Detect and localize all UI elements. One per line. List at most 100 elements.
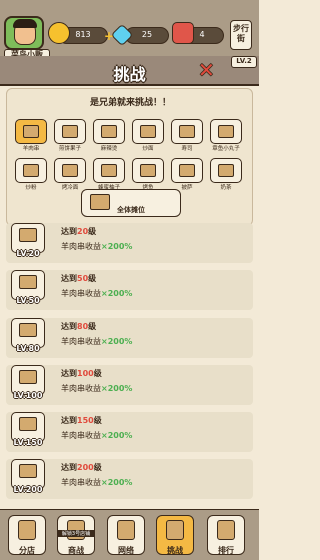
stall-item[interactable]: 烤鱼 bbox=[130, 158, 166, 192]
goal-suffix: 级 bbox=[88, 227, 97, 236]
challenge-goal: 达到100级 bbox=[61, 368, 102, 379]
skewer-cart-icon bbox=[19, 275, 37, 289]
reward-multiplier: ×200% bbox=[101, 289, 133, 298]
sushi-cart-icon bbox=[179, 125, 195, 138]
nav-tab-label: 分店 bbox=[19, 546, 35, 555]
spicy-pot-icon bbox=[101, 125, 117, 138]
stall-item[interactable]: 烤冷面 bbox=[52, 158, 88, 192]
stall-item[interactable]: 蜂蜜柚子 bbox=[91, 158, 127, 192]
coin-icon bbox=[48, 22, 70, 44]
goal-prefix: 达到 bbox=[61, 227, 77, 236]
stall-thumb bbox=[171, 158, 203, 183]
goal-prefix: 达到 bbox=[61, 369, 77, 378]
challenge-level: LV.50 bbox=[16, 296, 40, 305]
challenge-row: LV.20 达到20级 羊肉串收益×200% bbox=[6, 223, 253, 263]
stall-thumb bbox=[15, 119, 47, 144]
stall-label: 奶茶 bbox=[220, 185, 232, 191]
stall-item[interactable]: 煎饼果子 bbox=[52, 119, 88, 153]
goal-suffix: 级 bbox=[88, 322, 97, 331]
stall-thumb bbox=[54, 158, 86, 183]
challenge-level: LV.200 bbox=[13, 485, 43, 494]
fried-noodle-icon bbox=[23, 164, 39, 177]
goal-number: 200 bbox=[77, 463, 94, 472]
nav-tab[interactable]: 挑战 bbox=[156, 515, 194, 555]
thumbs-up-icon bbox=[172, 22, 194, 44]
reward-label: 羊肉串收益 bbox=[61, 337, 101, 346]
panel-heading: 是兄弟就来挑战！！ bbox=[89, 98, 171, 108]
nav-tab[interactable]: 排行 bbox=[207, 515, 245, 555]
stall-item[interactable]: 章鱼小丸子 bbox=[208, 119, 244, 153]
challenge-level: LV.100 bbox=[13, 391, 43, 400]
skewer-cart-icon bbox=[19, 323, 37, 337]
reward-label: 羊肉串收益 bbox=[61, 289, 101, 298]
goal-suffix: 级 bbox=[93, 369, 102, 378]
stall-grid: 羊肉串 煎饼果子 麻辣烫 炒面 寿司 章鱼小丸子炒粉 烤冷面 蜂蜜柚子 烤鱼 披萨奶茶 bbox=[13, 119, 248, 192]
stall-thumb bbox=[210, 158, 242, 183]
noodle-cart-icon bbox=[140, 125, 156, 138]
nav-tab-label: 挑战 bbox=[167, 546, 183, 555]
top-status-bar: 菜鸟小贩 813 + 25 4 步行街 bbox=[0, 0, 259, 62]
challenge-reward: 羊肉串收益×200% bbox=[61, 288, 132, 299]
nav-tab[interactable]: 解锁3号店铺 商战 bbox=[57, 515, 95, 555]
stall-thumb bbox=[54, 119, 86, 144]
stall-item[interactable]: 奶茶 bbox=[208, 158, 244, 192]
bottom-nav: 分店 解锁3号店铺 商战网络 挑战 排行 bbox=[0, 509, 259, 560]
challenge-reward: 羊肉串收益×200% bbox=[61, 241, 132, 252]
challenge-row: LV.200 达到200级 羊肉串收益×200% bbox=[6, 459, 253, 499]
nav-tab-label: 网络 bbox=[118, 546, 134, 555]
goal-number: 50 bbox=[77, 274, 89, 283]
goal-number: 100 bbox=[77, 369, 94, 378]
stall-item[interactable]: 炒粉 bbox=[13, 158, 49, 192]
grilled-noodle-icon bbox=[62, 164, 78, 177]
title-bar: 挑战 ✕ LV.2 bbox=[0, 56, 259, 86]
goal-suffix: 级 bbox=[93, 463, 102, 472]
page-title: 挑战 bbox=[113, 65, 146, 84]
goal-number: 80 bbox=[77, 322, 89, 331]
stall-item[interactable]: 披萨 bbox=[169, 158, 205, 192]
challenge-level: LV.150 bbox=[13, 438, 43, 447]
goal-prefix: 达到 bbox=[61, 416, 77, 425]
reward-label: 羊肉串收益 bbox=[61, 384, 101, 393]
stall-thumb bbox=[93, 158, 125, 183]
goal-prefix: 达到 bbox=[61, 274, 77, 283]
challenge-goal: 达到50级 bbox=[61, 273, 96, 284]
challenge-row: LV.50 达到50级羊肉串收益×200% bbox=[6, 270, 253, 310]
nav-tab[interactable]: 分店 bbox=[8, 515, 46, 555]
all-stalls-button[interactable]: 全体摊位 bbox=[81, 189, 181, 217]
stall-label: 炒粉 bbox=[25, 185, 37, 191]
player-avatar[interactable] bbox=[4, 16, 44, 50]
takoyaki-cart-icon bbox=[218, 125, 234, 138]
stall-item[interactable]: 炒面 bbox=[130, 119, 166, 153]
stall-thumb bbox=[210, 119, 242, 144]
stall-label: 羊肉串 bbox=[22, 146, 40, 152]
stall-select-panel: 是兄弟就来挑战！！ 羊肉串 煎饼果子 麻辣烫 炒面 寿司 章鱼小丸子炒粉 烤冷面 蜂蜜柚子 烤鱼… bbox=[6, 88, 253, 226]
goal-suffix: 级 bbox=[88, 274, 97, 283]
reward-multiplier: ×200% bbox=[101, 384, 133, 393]
goal-suffix: 级 bbox=[93, 416, 102, 425]
nav-tab-label: 排行 bbox=[218, 546, 234, 555]
pancake-cart-icon bbox=[62, 125, 78, 138]
reward-label: 羊肉串收益 bbox=[61, 242, 101, 251]
stall-item[interactable]: 麻辣烫 bbox=[91, 119, 127, 153]
stall-label: 煎饼果子 bbox=[58, 146, 81, 152]
skewer-cart-icon bbox=[19, 464, 37, 478]
challenge-reward: 羊肉串收益×200% bbox=[61, 477, 132, 488]
nav-tab-icon bbox=[117, 520, 135, 540]
reward-multiplier: ×200% bbox=[101, 337, 133, 346]
reward-label: 羊肉串收益 bbox=[61, 478, 101, 487]
stall-thumb bbox=[93, 119, 125, 144]
stall-item[interactable]: 羊肉串 bbox=[13, 119, 49, 153]
stall-item[interactable]: 寿司 bbox=[169, 119, 205, 153]
stall-thumb bbox=[132, 158, 164, 183]
nav-tab-icon bbox=[217, 520, 235, 540]
all-stalls-label: 全体摊位 bbox=[117, 206, 145, 214]
walk-street-button[interactable]: 步行街 bbox=[230, 20, 252, 50]
nav-tab[interactable]: 网络 bbox=[107, 515, 145, 555]
stall-label: 炒面 bbox=[142, 146, 154, 152]
close-icon[interactable]: ✕ bbox=[198, 58, 215, 82]
nav-tab-icon bbox=[18, 520, 36, 540]
skewer-cart-icon bbox=[23, 125, 39, 138]
grilled-fish-icon bbox=[140, 164, 156, 177]
reward-multiplier: ×200% bbox=[101, 242, 133, 251]
challenge-goal: 达到80级 bbox=[61, 321, 96, 332]
